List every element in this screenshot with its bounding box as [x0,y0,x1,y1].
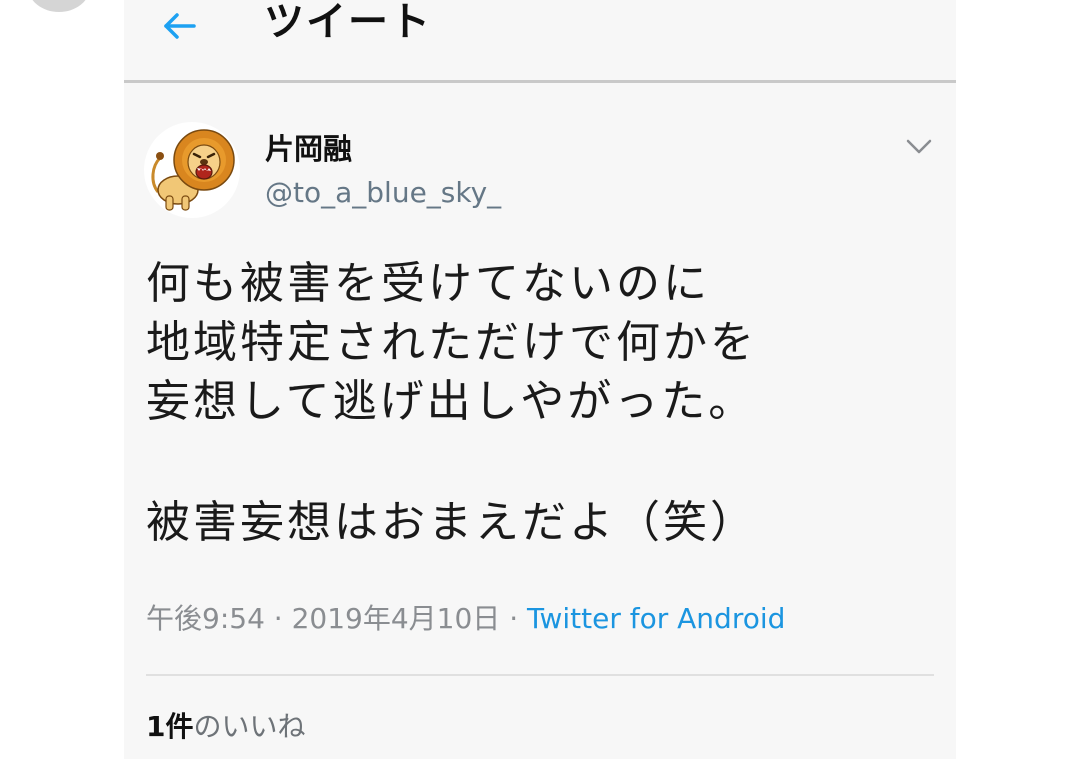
back-button[interactable] [160,6,200,46]
tweet-line: 地域特定されただけで何かを [146,317,757,368]
page-title: ツイート [264,0,432,45]
likes-label: のいいね [193,710,306,743]
tweet-menu-button[interactable] [902,132,936,160]
screen: ツイート 片岡融 @to_a_blue_sky_ 何も被害を受けてないのに 地域… [0,0,1080,759]
meta-separator: · [500,602,527,635]
likes-unit: 件 [165,710,194,743]
tweet-meta: 午後9:54 · 2019年4月10日 · Twitter for Androi… [146,600,785,638]
tweet-time[interactable]: 午後9:54 [146,602,265,635]
meta-divider [146,674,934,676]
author-handle: @to_a_blue_sky_ [265,176,502,209]
tweet-paragraph-gap [146,431,926,493]
tweet-date[interactable]: 2019年4月10日 [292,602,501,635]
author-display-name: 片岡融 [265,132,353,166]
likes-count: 1 [146,710,166,743]
status-indicator-dot [28,0,90,12]
tweet-line: 被害妄想はおまえだよ（笑） [146,497,757,548]
author-info[interactable]: 片岡融 @to_a_blue_sky_ [265,131,501,211]
header-divider [124,80,956,83]
tweet-line: 妄想して逃げ出しやがった。 [146,376,756,427]
tweet-source-link[interactable]: Twitter for Android [527,602,785,635]
likes-summary[interactable]: 1件のいいね [146,708,306,746]
meta-separator: · [264,602,292,635]
author-avatar[interactable] [144,122,240,218]
arrow-left-icon [164,13,196,39]
tweet-text: 何も被害を受けてないのに 地域特定されただけで何かを 妄想して逃げ出しやがった。… [146,254,926,552]
lion-avatar-icon [144,122,240,218]
app-header: ツイート [124,0,956,83]
tweet-detail-panel: ツイート 片岡融 @to_a_blue_sky_ 何も被害を受けてないのに 地域… [124,0,956,759]
tweet-line: 何も被害を受けてないのに [146,258,710,309]
chevron-down-icon [906,139,932,154]
